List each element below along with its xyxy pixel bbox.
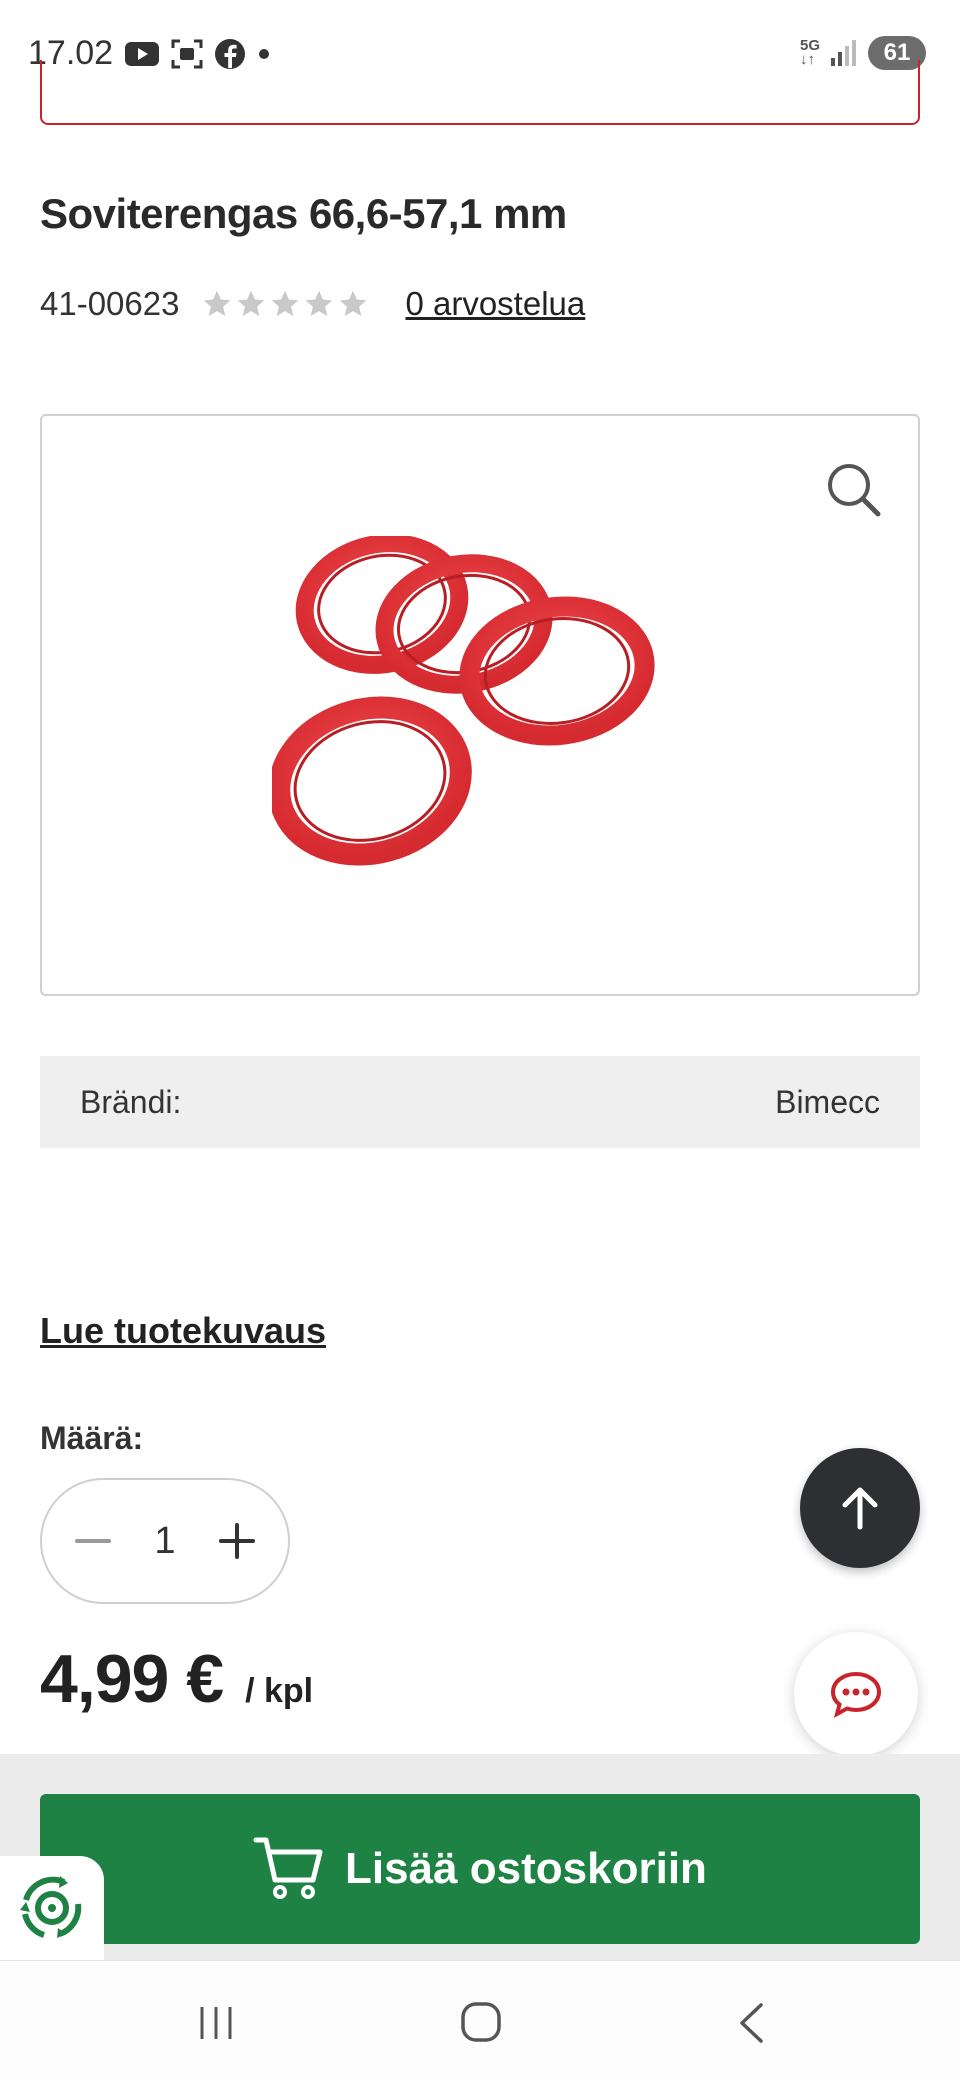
arrow-up-icon xyxy=(842,1487,878,1530)
brand-value: Bimecc xyxy=(775,1083,880,1120)
increase-quantity-button[interactable] xyxy=(212,1516,262,1566)
product-sku: 41-00623 xyxy=(40,285,180,322)
zoom-icon[interactable] xyxy=(824,460,884,520)
read-description-link[interactable]: Lue tuotekuvaus xyxy=(40,1310,326,1352)
chat-icon xyxy=(830,1671,882,1718)
add-to-cart-label: Lisää ostoskoriin xyxy=(345,1844,707,1893)
add-to-cart-button[interactable]: Lisää ostoskoriin xyxy=(40,1794,920,1944)
quantity-stepper: 1 xyxy=(40,1478,290,1604)
product-meta-row: 41-00623 0 arvostelua xyxy=(40,285,585,323)
system-navigation-bar xyxy=(0,1960,960,2080)
chat-button[interactable] xyxy=(794,1632,918,1756)
brand-label: Brändi: xyxy=(80,1083,182,1120)
price-unit: / kpl xyxy=(245,1672,314,1710)
star-icon xyxy=(204,290,231,316)
network-label: 5G xyxy=(799,37,820,54)
decrease-quantity-button[interactable] xyxy=(68,1516,118,1566)
home-icon[interactable] xyxy=(460,2001,502,2043)
quantity-value[interactable]: 1 xyxy=(154,1520,175,1563)
cart-icon xyxy=(253,1837,323,1899)
product-image-container[interactable] xyxy=(40,414,920,996)
collapsed-panel-border xyxy=(40,60,920,125)
price: 4,99 € / kpl xyxy=(40,1640,313,1718)
quantity-label: Määrä: xyxy=(40,1420,144,1456)
star-icon xyxy=(340,290,367,316)
plus-icon xyxy=(218,1523,255,1559)
recent-apps-icon[interactable] xyxy=(196,2003,236,2043)
minus-icon xyxy=(75,1539,111,1543)
brand-row: Brändi: Bimecc xyxy=(40,1056,920,1148)
rating-stars xyxy=(201,288,369,320)
price-value: 4,99 € xyxy=(40,1641,224,1717)
recycle-tire-icon xyxy=(20,1876,82,1938)
back-icon[interactable] xyxy=(736,2001,766,2045)
ring-front-left xyxy=(272,696,472,866)
star-icon xyxy=(238,290,265,316)
product-title: Soviterengas 66,6-57,1 mm xyxy=(40,190,567,237)
reviews-link[interactable]: 0 arvostelua xyxy=(405,285,585,323)
star-icon xyxy=(306,290,333,316)
scroll-to-top-button[interactable] xyxy=(800,1448,920,1568)
product-image xyxy=(272,536,655,866)
eco-badge[interactable] xyxy=(0,1856,104,1960)
star-icon xyxy=(272,290,299,316)
